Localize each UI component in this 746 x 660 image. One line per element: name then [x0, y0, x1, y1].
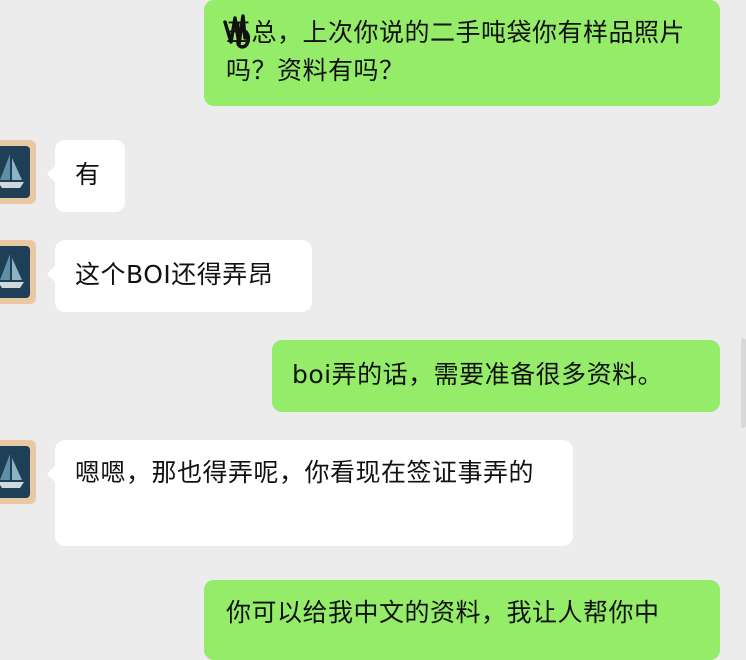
chat-window: { "chat": { "messages": [ {"side": "out"…: [0, 0, 746, 660]
scrollbar[interactable]: [741, 338, 746, 428]
message-text: 有: [75, 160, 101, 189]
message-text: 王总，上次你说的二手吨袋你有样品照片吗？资料有吗？: [226, 18, 686, 85]
message-bubble-incoming[interactable]: 这个BOI还得弄昂: [55, 240, 312, 312]
message-bubble-outgoing[interactable]: 王总，上次你说的二手吨袋你有样品照片吗？资料有吗？: [204, 0, 720, 106]
avatar[interactable]: [0, 140, 36, 204]
sailboat-icon: [0, 454, 24, 488]
message-text: 嗯嗯，那也得弄呢，你看现在签证事弄的: [75, 458, 535, 487]
sailboat-icon: [0, 154, 24, 188]
redaction-scribble: [223, 14, 250, 49]
avatar[interactable]: [0, 440, 36, 504]
sailboat-icon: [0, 254, 24, 288]
message-text: 你可以给我中文的资料，我让人帮你中: [226, 598, 660, 627]
message-bubble-incoming[interactable]: 嗯嗯，那也得弄呢，你看现在签证事弄的: [55, 440, 573, 546]
message-bubble-outgoing[interactable]: boi弄的话，需要准备很多资料。: [272, 340, 720, 412]
message-bubble-incoming[interactable]: 有: [55, 140, 125, 212]
message-text: boi弄的话，需要准备很多资料。: [292, 360, 664, 389]
message-text: 这个BOI还得弄昂: [75, 260, 274, 289]
avatar[interactable]: [0, 240, 36, 304]
message-bubble-outgoing[interactable]: 你可以给我中文的资料，我让人帮你中: [204, 580, 720, 660]
